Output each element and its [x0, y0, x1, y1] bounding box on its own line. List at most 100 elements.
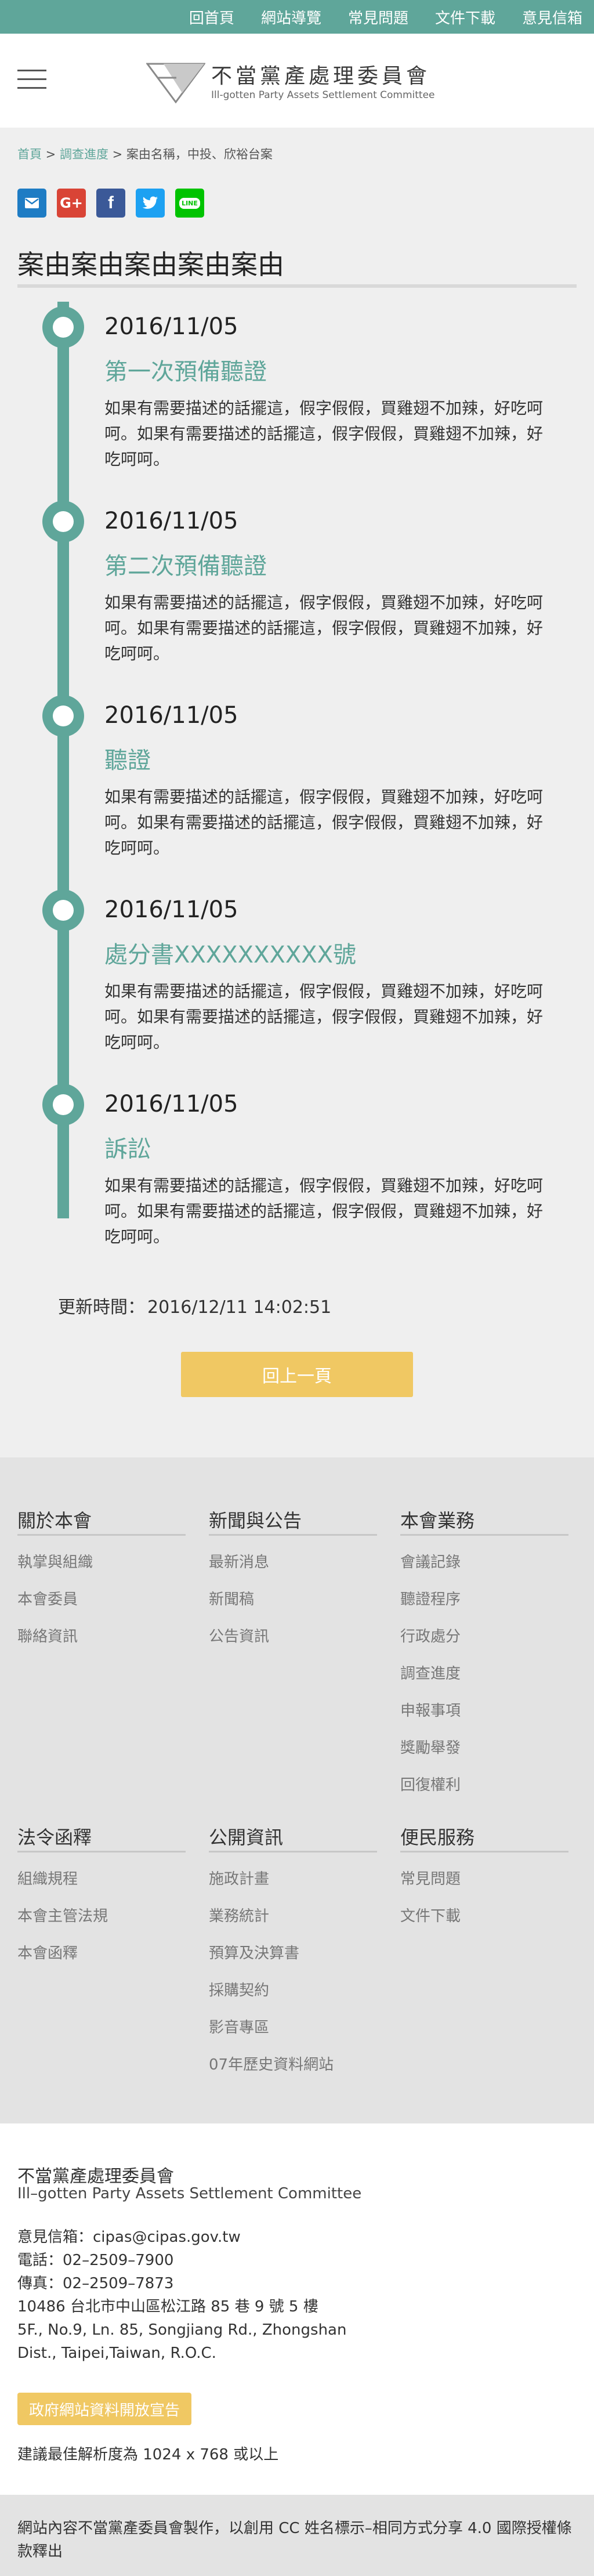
sitemap-link[interactable]: 採購契約 — [209, 1980, 377, 2017]
timeline-date: 2016/11/05 — [104, 1091, 238, 1117]
sitemap-link[interactable]: 07年歷史資料網站 — [209, 2054, 377, 2092]
timeline-heading: 訴訟 — [104, 1136, 151, 1163]
menu-icon[interactable] — [17, 70, 46, 89]
sitemap-link[interactable]: 最新消息 — [209, 1552, 377, 1589]
footer-email: 意見信箱：cipas@cipas.gov.tw — [17, 2228, 241, 2246]
breadcrumb-separator: > — [42, 147, 60, 161]
sitemap-link[interactable]: 組織規程 — [17, 1869, 186, 1906]
sitemap-column-regulations: 法令函釋 組織規程 本會主管法規 本會函釋 — [17, 1823, 186, 1980]
footer-address-zh: 10486 台北市中山區松江路 85 巷 9 號 5 樓 — [17, 2298, 318, 2315]
line-icon[interactable]: LINE — [175, 189, 204, 218]
timeline-item: 2016/11/05 聽證 如果有需要描述的話擺這，假字假假，買雞翅不加辣，好吃… — [0, 690, 594, 882]
breadcrumb-section[interactable]: 調查進度 — [60, 147, 108, 161]
sitemap-link[interactable]: 調查進度 — [400, 1663, 568, 1701]
sitemap-column-services: 便民服務 常見問題 文件下載 — [400, 1823, 568, 1943]
copyright-text: 網站內容不當黨產委員會製作，以創用 CC 姓名標示–相同方式分享 4.0 國際授… — [17, 2520, 572, 2560]
top-bar: 回首頁 網站導覽 常見問題 文件下載 意見信箱 — [0, 0, 594, 34]
topnav-downloads[interactable]: 文件下載 — [435, 6, 495, 28]
facebook-icon[interactable]: f — [96, 189, 125, 218]
logo-mark-icon — [146, 63, 205, 103]
sitemap-heading: 公開資訊 — [209, 1826, 284, 1848]
sitemap-link[interactable]: 影音專區 — [209, 2017, 377, 2054]
timeline-item: 2016/11/05 第二次預備聽證 如果有需要描述的話擺這，假字假假，買雞翅不… — [0, 496, 594, 688]
sitemap-divider — [17, 1851, 186, 1853]
timeline-description: 如果有需要描述的話擺這，假字假假，買雞翅不加辣，好吃呵呵。如果有需要描述的話擺這… — [104, 982, 544, 1052]
sitemap-link[interactable]: 申報事項 — [400, 1701, 568, 1738]
timeline-heading: 第二次預備聽證 — [104, 553, 267, 580]
site-logo[interactable]: 不當黨產處理委員會 Ill-gotten Party Assets Settle… — [146, 63, 435, 103]
sitemap-heading: 關於本會 — [17, 1510, 92, 1532]
sitemap-divider — [400, 1534, 568, 1536]
sitemap-link[interactable]: 預算及決算書 — [209, 1943, 377, 1980]
google-plus-icon[interactable]: G+ — [57, 189, 86, 218]
sitemap-link[interactable]: 本會函釋 — [17, 1943, 186, 1980]
mail-icon[interactable] — [17, 189, 46, 218]
sitemap-link[interactable]: 業務統計 — [209, 1906, 377, 1943]
sitemap-link[interactable]: 本會委員 — [17, 1589, 186, 1626]
footer-contact: 意見信箱：cipas@cipas.gov.tw 電話：02–2509–7900 … — [17, 2226, 346, 2365]
timeline-dot-icon — [42, 501, 84, 542]
timeline-item: 2016/11/05 第一次預備聽證 如果有需要描述的話擺這，假字假假，買雞翅不… — [0, 302, 594, 493]
topnav-faq[interactable]: 常見問題 — [348, 6, 408, 28]
footer-org-name-en: Ill–gotten Party Assets Settlement Commi… — [17, 2185, 362, 2202]
sitemap-link[interactable]: 聽證程序 — [400, 1589, 568, 1626]
title-divider — [17, 284, 577, 288]
sitemap-heading: 新聞與公告 — [209, 1510, 302, 1532]
timeline-item: 2016/11/05 處分書XXXXXXXXXX號 如果有需要描述的話擺這，假字… — [0, 885, 594, 1076]
footer-address-en: 5F., No.9, Ln. 85, Songjiang Rd., Zhongs… — [17, 2321, 347, 2339]
topnav-feedback[interactable]: 意見信箱 — [522, 6, 582, 28]
timeline-dot-icon — [42, 306, 84, 348]
timeline-description: 如果有需要描述的話擺這，假字假假，買雞翅不加辣，好吃呵呵。如果有需要描述的話擺這… — [104, 1176, 544, 1246]
timeline-description: 如果有需要描述的話擺這，假字假假，買雞翅不加辣，好吃呵呵。如果有需要描述的話擺這… — [104, 593, 544, 663]
logo-title-en: Ill-gotten Party Assets Settlement Commi… — [211, 89, 435, 101]
timeline-description: 如果有需要描述的話擺這，假字假假，買雞翅不加辣，好吃呵呵。如果有需要描述的話擺這… — [104, 399, 544, 469]
timeline-item: 2016/11/05 訴訟 如果有需要描述的話擺這，假字假假，買雞翅不加辣，好吃… — [0, 1079, 594, 1271]
breadcrumb: 首頁 > 調查進度 > 案由名稱，中投、欣裕台案 — [17, 145, 273, 162]
timeline-dot-icon — [42, 1084, 84, 1126]
page-title: 案由案由案由案由案由 — [17, 249, 284, 280]
topnav-home[interactable]: 回首頁 — [189, 6, 234, 28]
update-time-label: 更新時間： — [58, 1297, 145, 1318]
timeline-heading: 處分書XXXXXXXXXX號 — [104, 942, 357, 968]
topnav-sitemap[interactable]: 網站導覽 — [261, 6, 321, 28]
timeline-description: 如果有需要描述的話擺這，假字假假，買雞翅不加辣，好吃呵呵。如果有需要描述的話擺這… — [104, 787, 544, 858]
sitemap-divider — [400, 1851, 568, 1853]
sitemap-link[interactable]: 公告資訊 — [209, 1626, 377, 1663]
timeline-dot-icon — [42, 889, 84, 931]
footer-phone: 電話：02–2509–7900 — [17, 2252, 174, 2269]
line-icon-label: LINE — [179, 197, 200, 209]
sitemap-link[interactable]: 文件下載 — [400, 1906, 568, 1943]
share-bar: G+ f LINE — [17, 189, 215, 218]
twitter-icon[interactable] — [136, 189, 165, 218]
timeline-date: 2016/11/05 — [104, 313, 238, 340]
sitemap-link[interactable]: 獎勵舉發 — [400, 1738, 568, 1775]
back-button[interactable]: 回上一頁 — [181, 1352, 413, 1397]
sitemap-heading: 本會業務 — [400, 1510, 475, 1532]
sitemap-link[interactable]: 常見問題 — [400, 1869, 568, 1906]
timeline-heading: 聽證 — [104, 747, 151, 774]
top-nav: 回首頁 網站導覽 常見問題 文件下載 意見信箱 — [189, 0, 582, 34]
footer-fax: 傳真：02–2509–7873 — [17, 2275, 174, 2292]
sitemap-column-news: 新聞與公告 最新消息 新聞稿 公告資訊 — [209, 1506, 377, 1663]
timeline-date: 2016/11/05 — [104, 896, 238, 923]
sitemap-link[interactable]: 行政處分 — [400, 1626, 568, 1663]
open-data-button[interactable]: 政府網站資料開放宣告 — [17, 2393, 191, 2425]
sitemap-column-public-info: 公開資訊 施政計畫 業務統計 預算及決算書 採購契約 影音專區 07年歷史資料網… — [209, 1823, 377, 2092]
sitemap-link[interactable]: 本會主管法規 — [17, 1906, 186, 1943]
sitemap-link[interactable]: 新聞稿 — [209, 1589, 377, 1626]
update-time-value: 2016/12/11 14:02:51 — [147, 1297, 332, 1318]
sitemap-link[interactable]: 回復權利 — [400, 1775, 568, 1812]
timeline-heading: 第一次預備聽證 — [104, 359, 267, 385]
footer-org-name-zh: 不當黨產處理委員會 — [17, 2166, 174, 2187]
sitemap-divider — [209, 1851, 377, 1853]
update-time: 更新時間： 2016/12/11 14:02:51 — [58, 1293, 331, 1318]
sitemap-link[interactable]: 執掌與組織 — [17, 1552, 186, 1589]
timeline-dot-icon — [42, 695, 84, 737]
sitemap-link[interactable]: 會議記錄 — [400, 1552, 568, 1589]
sitemap-link[interactable]: 施政計畫 — [209, 1869, 377, 1906]
sitemap-link[interactable]: 聯絡資訊 — [17, 1626, 186, 1663]
sitemap-column-about: 關於本會 執掌與組織 本會委員 聯絡資訊 — [17, 1506, 186, 1663]
footer-copyright: 網站內容不當黨產委員會製作，以創用 CC 姓名標示–相同方式分享 4.0 國際授… — [0, 2495, 594, 2576]
breadcrumb-home[interactable]: 首頁 — [17, 147, 42, 161]
breadcrumb-separator: > — [108, 147, 126, 161]
